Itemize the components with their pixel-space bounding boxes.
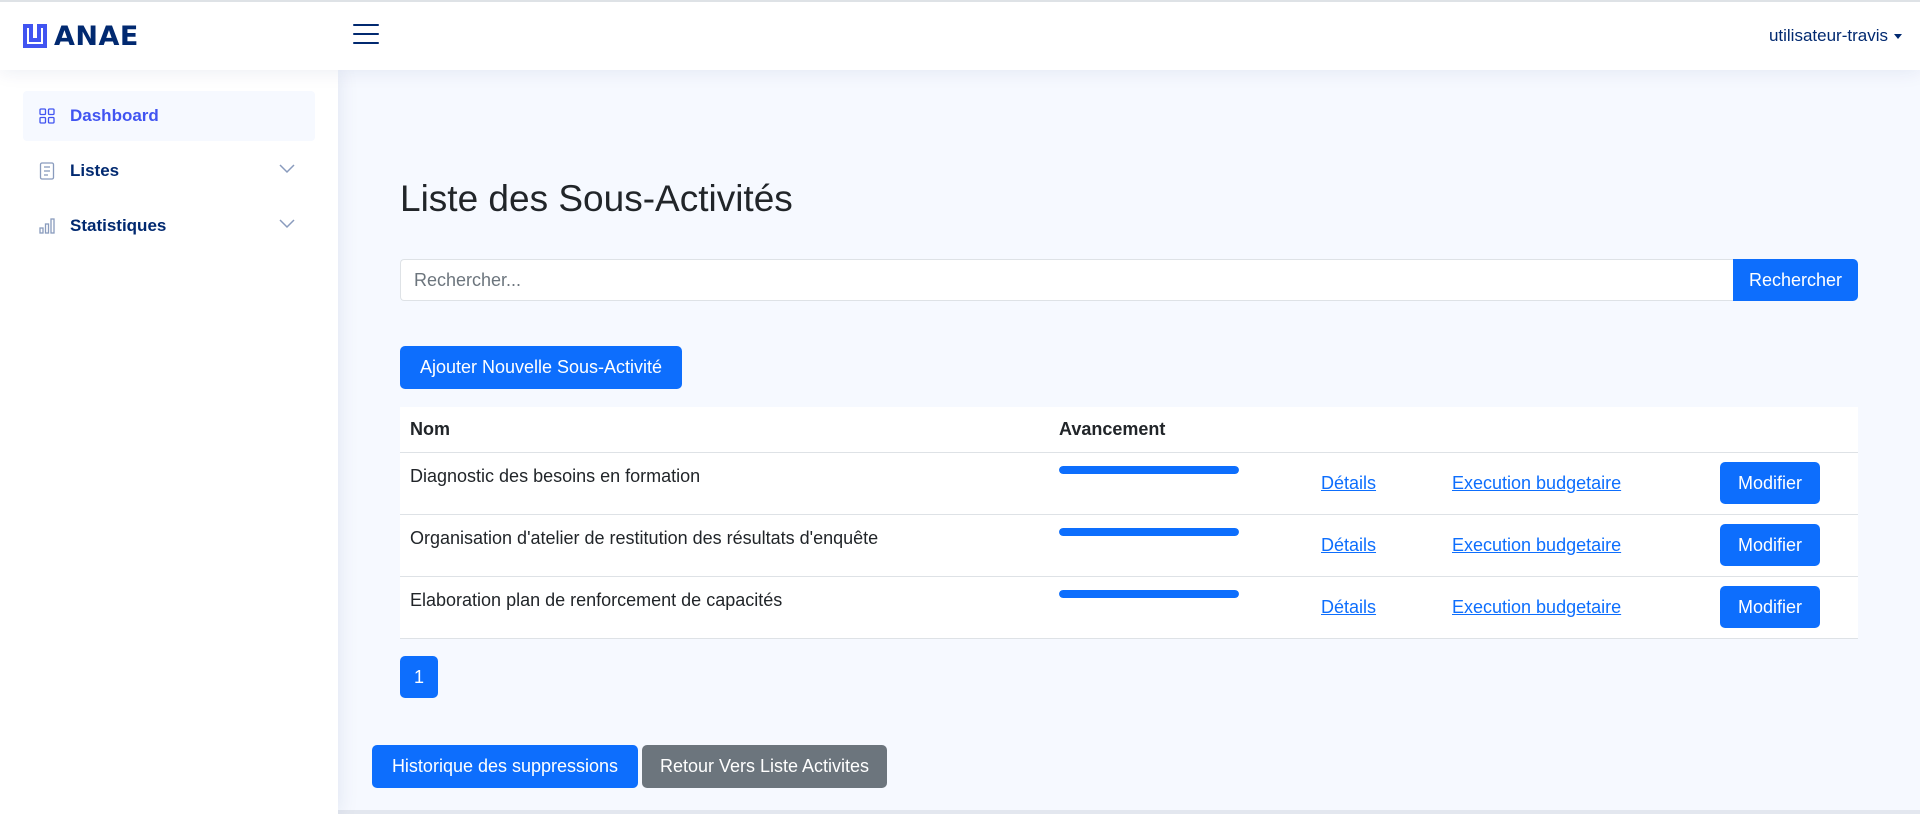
progress-fill [1059, 527, 1239, 536]
list-icon [38, 162, 56, 180]
table-header-row: Nom Avancement [400, 407, 1858, 453]
pagination-page-button[interactable]: 1 [400, 656, 438, 698]
page-title: Liste des Sous-Activités [400, 178, 793, 219]
column-header-nom: Nom [400, 407, 1049, 453]
progress-fill [1059, 465, 1239, 474]
sidebar-item-statistiques[interactable]: Statistiques [23, 201, 315, 251]
modify-button[interactable]: Modifier [1720, 524, 1820, 566]
user-name: utilisateur-travis [1768, 26, 1888, 45]
sub-activities-table: Nom Avancement Diagnostic des besoins en… [400, 407, 1858, 639]
budget-execution-link[interactable]: Execution budgetaire [1452, 535, 1621, 555]
progress-bar [1059, 527, 1239, 536]
logo-icon [23, 24, 47, 48]
logo[interactable]: ANAE [22, 20, 139, 52]
bar-chart-icon [38, 217, 56, 235]
progress-fill [1059, 589, 1239, 598]
sidebar-item-label: Dashboard [70, 106, 159, 125]
main-content: Liste des Sous-Activités Rechercher Ajou… [338, 70, 1920, 814]
grid-icon [38, 107, 56, 125]
row-name: Diagnostic des besoins en formation [400, 452, 1049, 515]
deletion-history-button[interactable]: Historique des suppressions [372, 745, 638, 788]
budget-execution-link[interactable]: Execution budgetaire [1452, 473, 1621, 493]
table-row: Elaboration plan de renforcement de capa… [400, 576, 1858, 639]
column-header-avancement: Avancement [1049, 407, 1311, 453]
search-button[interactable]: Rechercher [1733, 259, 1858, 301]
back-to-activities-button[interactable]: Retour Vers Liste Activites [642, 745, 887, 788]
modify-button[interactable]: Modifier [1720, 462, 1820, 504]
table-row: Diagnostic des besoins en formation Déta… [400, 452, 1858, 515]
row-name: Elaboration plan de renforcement de capa… [400, 576, 1049, 639]
chevron-down-icon [279, 164, 295, 174]
progress-bar [1059, 589, 1239, 598]
details-link[interactable]: Détails [1321, 597, 1376, 617]
chevron-down-icon [279, 219, 295, 229]
hamburger-icon[interactable] [353, 24, 379, 46]
header: ANAE utilisateur-travis [0, 0, 1920, 70]
user-menu[interactable]: utilisateur-travis [1769, 26, 1902, 46]
caret-down-icon [1894, 33, 1902, 39]
table-row: Organisation d'atelier de restitution de… [400, 514, 1858, 577]
progress-bar [1059, 465, 1239, 474]
divider [338, 810, 1920, 814]
row-name: Organisation d'atelier de restitution de… [400, 514, 1049, 577]
details-link[interactable]: Détails [1321, 473, 1376, 493]
sidebar: Dashboard Listes Statistiques [0, 70, 338, 814]
details-link[interactable]: Détails [1321, 535, 1376, 555]
sidebar-item-label: Statistiques [70, 216, 167, 235]
sidebar-item-label: Listes [70, 161, 120, 180]
sidebar-item-dashboard[interactable]: Dashboard [23, 91, 315, 141]
brand-name: ANAE [54, 20, 139, 52]
modify-button[interactable]: Modifier [1720, 586, 1820, 628]
search-input[interactable] [400, 259, 1734, 301]
sidebar-item-listes[interactable]: Listes [23, 146, 315, 196]
budget-execution-link[interactable]: Execution budgetaire [1452, 597, 1621, 617]
add-sub-activity-button[interactable]: Ajouter Nouvelle Sous-Activité [400, 346, 682, 389]
